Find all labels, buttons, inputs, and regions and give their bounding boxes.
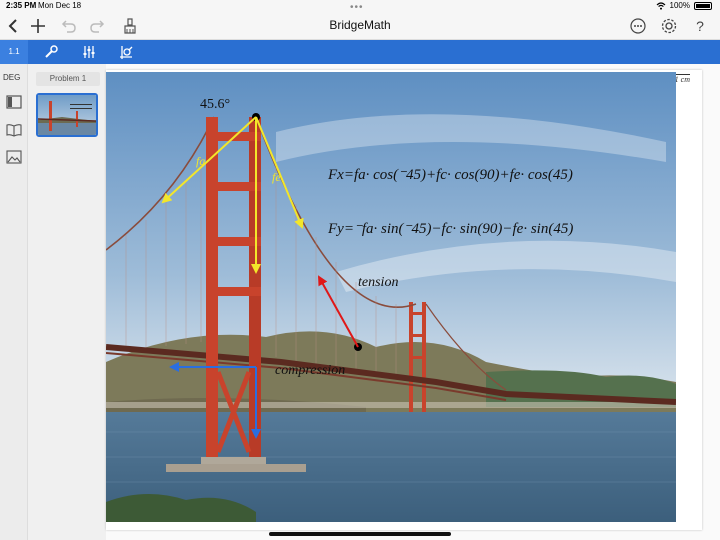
wifi-icon bbox=[656, 1, 665, 10]
page-thumbnail-panel: Problem 1 bbox=[28, 64, 106, 540]
graph-tools-icon[interactable] bbox=[118, 44, 134, 60]
angle-label: 45.6° bbox=[200, 97, 231, 112]
settings-icon[interactable] bbox=[659, 16, 679, 36]
force-label-fe: fe bbox=[272, 170, 281, 184]
page-sorter-icon[interactable] bbox=[6, 95, 22, 109]
tension-label: tension bbox=[358, 275, 399, 290]
scale-indicator: 1 cm bbox=[674, 74, 690, 84]
help-icon[interactable]: ? bbox=[690, 16, 710, 36]
sliders-icon[interactable] bbox=[81, 44, 97, 60]
left-rail: DEG bbox=[0, 64, 28, 540]
status-time: 2:35 PM bbox=[6, 1, 37, 10]
document-title: BridgeMath bbox=[329, 18, 391, 32]
battery-icon bbox=[694, 1, 712, 10]
bridge-photo[interactable] bbox=[106, 72, 676, 522]
scratchpad-book-icon[interactable] bbox=[6, 123, 22, 137]
compression-label: compression bbox=[275, 363, 346, 378]
toolbar: 1.1 bbox=[0, 40, 720, 64]
page-number-tab[interactable]: 1.1 bbox=[0, 40, 28, 64]
image-icon[interactable] bbox=[6, 150, 22, 164]
svg-text:?: ? bbox=[696, 18, 704, 34]
equation-fx[interactable]: Fx=fa· cos(⁻45)+fc· cos(90)+fe· cos(45) bbox=[328, 165, 573, 184]
canvas-area: 1 cm 45.6° fa fe Fx=fa· cos(⁻45)+fc· cos… bbox=[106, 64, 720, 540]
force-label-fa: fa bbox=[196, 154, 206, 168]
angle-mode-label[interactable]: DEG bbox=[3, 73, 20, 82]
home-indicator[interactable] bbox=[269, 532, 451, 536]
more-icon[interactable] bbox=[628, 16, 648, 36]
status-bar: 2:35 PM Mon Dec 18 ••• 100% bbox=[0, 0, 720, 13]
document-page: 1 cm 45.6° fa fe Fx=fa· cos(⁻45)+fc· cos… bbox=[106, 70, 702, 530]
nav-bar: BridgeMath ? bbox=[0, 12, 720, 40]
wrench-icon[interactable] bbox=[43, 44, 59, 60]
battery-percent: 100% bbox=[669, 1, 690, 10]
equation-fy[interactable]: Fy=⁻fa· sin(⁻45)−fc· sin(90)−fe· sin(45) bbox=[328, 219, 573, 238]
problem-label[interactable]: Problem 1 bbox=[36, 72, 100, 86]
page-thumbnail[interactable] bbox=[36, 93, 98, 137]
status-indicators: 100% bbox=[656, 1, 712, 10]
status-date: Mon Dec 18 bbox=[38, 1, 82, 10]
